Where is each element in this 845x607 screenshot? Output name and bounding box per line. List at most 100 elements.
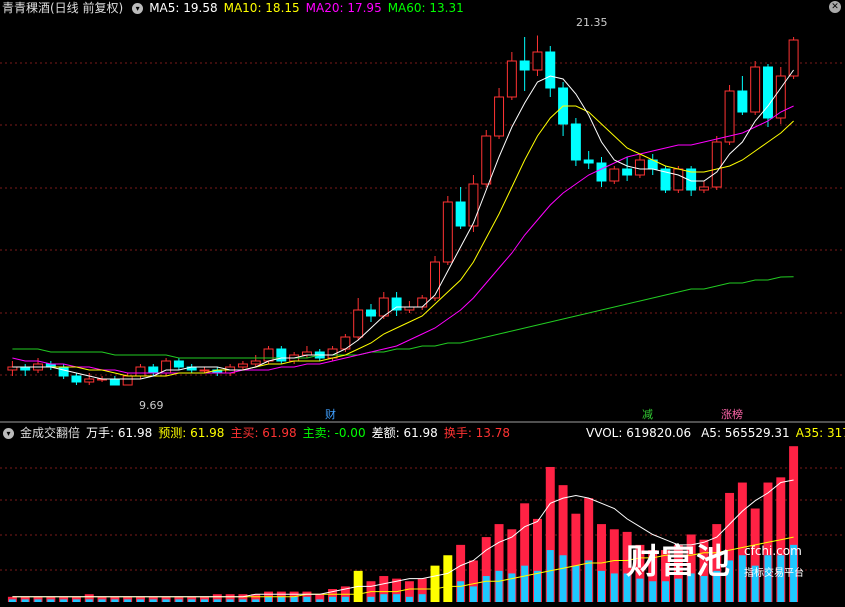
candle-up: [724, 90, 735, 143]
candle-up: [750, 66, 761, 113]
marker-zhangbang[interactable]: 涨榜: [721, 408, 743, 422]
candle-up: [417, 297, 428, 308]
candle-up: [468, 183, 479, 227]
candle-up: [263, 348, 274, 362]
candle-up: [698, 186, 709, 191]
volume-bar-inner: [252, 599, 260, 602]
a35-label: A35: 31746: [795, 426, 845, 440]
indicator-zhumai: 主买: 61.98: [230, 426, 297, 440]
candle-up: [353, 309, 364, 338]
candle-up: [430, 261, 440, 299]
ma5-label: MA5: 19.58: [149, 1, 218, 15]
volume-bar-inner: [136, 599, 144, 602]
watermark-site: cfchi.com: [744, 544, 802, 558]
volume-bar-inner: [469, 586, 477, 602]
indicator-chae: 差额: 61.98: [371, 426, 438, 440]
indicator-name[interactable]: 金成交翻倍: [20, 425, 80, 441]
candle-up: [494, 96, 505, 137]
candle-down: [455, 201, 466, 227]
volume-bar-inner: [495, 570, 503, 602]
close-icon[interactable]: ✕: [829, 1, 841, 13]
high-price-label: 21.35: [576, 16, 608, 29]
indicator-settings-icon[interactable]: ▾: [3, 427, 14, 439]
ma60-line: [12, 276, 794, 359]
candle-up: [84, 378, 95, 383]
volume-bar-inner: [34, 599, 42, 602]
candle-down: [737, 90, 748, 113]
watermark-brand: 财富池: [626, 542, 731, 582]
volume-bar-inner: [559, 555, 567, 602]
volume-bar-inner: [124, 599, 132, 602]
volume-bar-inner: [60, 599, 68, 602]
candle-up: [673, 168, 684, 191]
candle-down: [583, 159, 594, 164]
candle-up: [532, 51, 543, 71]
volume-bar-inner: [533, 570, 541, 602]
candle-down: [570, 123, 581, 161]
price-panel: [7, 35, 799, 386]
volume-bar-inner: [290, 596, 298, 602]
volume-bar-inner: [226, 599, 234, 602]
volume-bar-inner: [316, 599, 324, 602]
indicator-zhumai-sell: 主卖: -0.00: [302, 426, 366, 440]
volume-bar-inner: [546, 550, 554, 602]
volume-bar-inner: [418, 594, 426, 602]
candle-up: [237, 363, 248, 368]
candle-down: [173, 360, 184, 368]
candle-up: [135, 366, 146, 377]
ma20-line: [12, 105, 794, 374]
volume-bar-inner: [111, 599, 119, 602]
volume-bar-inner: [47, 599, 55, 602]
ma10-line: [12, 105, 794, 377]
stock-title[interactable]: 青青稞酒(日线 前复权): [2, 0, 123, 16]
volume-bar-inner: [265, 596, 273, 602]
volume-bar-inner: [188, 599, 196, 602]
volume-bar-inner: [72, 599, 80, 602]
volume-bar-inner: [175, 599, 183, 602]
candle-up: [442, 201, 453, 263]
price-header: 青青稞酒(日线 前复权) ▾ MA5: 19.58 MA10: 18.15 MA…: [0, 0, 470, 16]
volume-bar-inner: [85, 599, 93, 602]
ma60-label: MA60: 13.31: [387, 1, 464, 15]
volume-bar: [430, 565, 440, 602]
volume-bar-inner: [341, 596, 349, 602]
volume-bar-inner: [598, 570, 605, 602]
indicator-wanshou: 万手: 61.98: [86, 426, 153, 440]
marker-cai[interactable]: 财: [325, 408, 336, 422]
low-price-label: 9.69: [139, 399, 164, 412]
vvol-label: VVOL: 619820.06: [586, 426, 692, 440]
volume-bar-inner: [585, 560, 593, 602]
volume-bar-inner: [303, 596, 311, 602]
volume-bar-inner: [98, 599, 106, 602]
marker-jian[interactable]: 减: [642, 408, 653, 422]
indicator-huanshou: 换手: 13.78: [443, 426, 511, 440]
watermark: 财富池 cfchi.com 指标交易平台: [626, 532, 816, 590]
candle-down: [71, 375, 82, 383]
watermark-sub: 指标交易平台: [744, 568, 804, 579]
volume-bar-inner: [393, 594, 401, 602]
volume-bar-inner: [457, 581, 465, 602]
volume-bar-inner: [380, 594, 388, 602]
candle-down: [109, 378, 120, 386]
candle-down: [519, 60, 530, 71]
volume-bar-inner: [149, 599, 157, 602]
candle-up: [481, 135, 492, 185]
ma10-label: MA10: 18.15: [223, 1, 300, 15]
volume-bar-inner: [521, 565, 529, 602]
candle-up: [122, 375, 133, 386]
candle-down: [148, 366, 159, 374]
candle-down: [622, 168, 633, 176]
chart-canvas: [0, 35, 845, 602]
volume-bar-inner: [213, 599, 221, 602]
volume-bar-inner: [572, 565, 580, 602]
volume-bar-inner: [8, 599, 16, 602]
candle-down: [545, 51, 556, 89]
volume-bar-inner: [21, 599, 29, 602]
volume-bar-inner: [482, 576, 490, 602]
volume-bar-inner: [201, 599, 208, 602]
candle-up: [506, 60, 517, 98]
volume-bar-inner: [162, 599, 170, 602]
ma-settings-icon[interactable]: ▾: [132, 2, 144, 14]
candle-down: [366, 309, 376, 317]
candle-down: [596, 162, 607, 182]
